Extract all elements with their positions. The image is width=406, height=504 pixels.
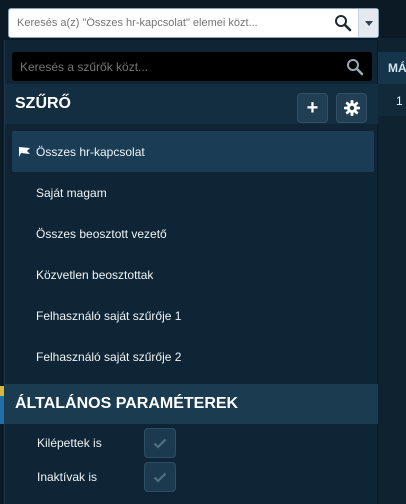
param-row-exited: Kilépettek is <box>5 428 378 458</box>
gear-icon <box>343 100 360 116</box>
filter-item-all-subordinate-managers[interactable]: Összes beosztott vezető <box>12 213 374 254</box>
exited-checkbox[interactable] <box>144 428 176 458</box>
filter-item-label: Közvetlen beosztottak <box>36 267 154 282</box>
background-cell: 1 <box>378 84 406 116</box>
filter-section-title: SZŰRŐ <box>15 95 71 112</box>
filter-item-all-hr[interactable]: Összes hr-kapcsolat <box>12 131 374 172</box>
background-column-header: MÁ <box>378 52 406 84</box>
filter-search-box[interactable] <box>12 52 372 81</box>
search-icon[interactable] <box>328 9 358 37</box>
params-section-title: ÁLTALÁNOS PARAMÉTEREK <box>15 395 239 412</box>
filter-item-self[interactable]: Saját magam <box>12 172 374 213</box>
filter-search-input[interactable] <box>12 59 338 74</box>
filter-item-label: Felhasználó saját szűrője 1 <box>36 308 182 323</box>
param-row-inactive: Inaktívak is <box>5 462 378 492</box>
filter-item-direct-reports[interactable]: Közvetlen beosztottak <box>12 254 374 295</box>
param-label: Kilépettek is <box>37 436 102 450</box>
filter-item-label: Saját magam <box>36 185 107 200</box>
filter-item-label: Összes beosztott vezető <box>36 226 167 241</box>
main-search-box[interactable] <box>8 8 379 38</box>
flag-icon <box>18 146 32 158</box>
check-icon <box>153 472 167 483</box>
filter-dropdown-toggle[interactable] <box>358 9 378 37</box>
plus-icon: + <box>306 96 319 119</box>
main-search-input[interactable] <box>9 9 328 37</box>
check-icon <box>153 438 167 449</box>
inactive-checkbox[interactable] <box>144 462 176 492</box>
filter-settings-button[interactable] <box>336 93 367 123</box>
filter-item-label: Felhasználó saját szűrője 2 <box>36 349 182 364</box>
filter-item-label: Összes hr-kapcsolat <box>36 144 145 159</box>
params-section-header: ÁLTALÁNOS PARAMÉTEREK <box>5 384 378 424</box>
chevron-down-icon <box>364 20 373 26</box>
search-icon[interactable] <box>338 52 372 81</box>
filter-item-user-filter-1[interactable]: Felhasználó saját szűrője 1 <box>12 295 374 336</box>
filter-list: Összes hr-kapcsolat Saját magam Összes b… <box>12 131 374 377</box>
add-filter-button[interactable]: + <box>297 93 328 123</box>
filter-item-user-filter-2[interactable]: Felhasználó saját szűrője 2 <box>12 336 374 377</box>
param-label: Inaktívak is <box>37 470 98 484</box>
filter-dropdown-panel: SZŰRŐ + Összes hr-kapcsolat Sa <box>4 40 378 504</box>
